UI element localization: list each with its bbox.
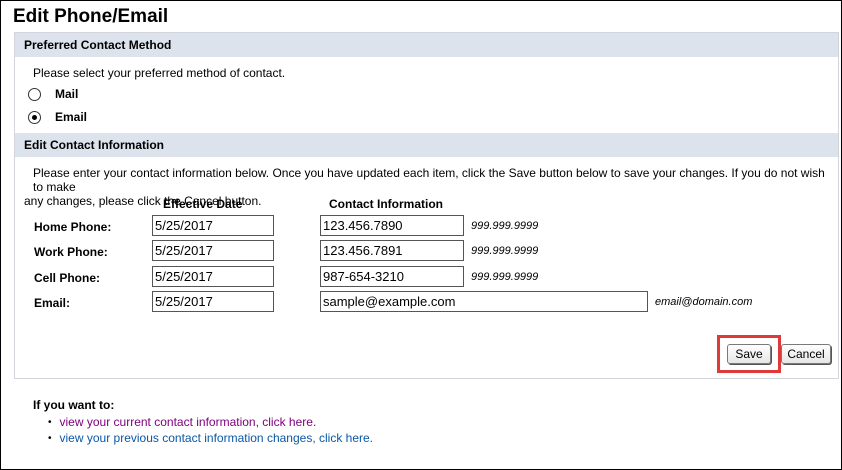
list-item: • view your previous contact information… <box>48 430 373 446</box>
email-radio-label: Email <box>55 110 88 124</box>
footer-link-list: • view your current contact information,… <box>48 414 373 446</box>
radio-option-mail[interactable]: Mail <box>28 86 78 102</box>
edit-instruction-line1: Please enter your contact information be… <box>33 166 825 194</box>
preferred-contact-header: Preferred Contact Method <box>15 33 838 57</box>
bullet-icon: • <box>48 416 52 428</box>
cell-phone-date-input[interactable] <box>152 266 274 287</box>
work-phone-date-input[interactable] <box>152 240 274 261</box>
email-date-input[interactable] <box>152 291 274 312</box>
home-phone-date-input[interactable] <box>152 215 274 236</box>
page-title: Edit Phone/Email <box>13 6 169 27</box>
cancel-button[interactable]: Cancel <box>781 344 831 364</box>
mail-radio[interactable] <box>28 87 41 101</box>
radio-option-email[interactable]: Email <box>28 109 87 125</box>
email-label: Email: <box>34 296 71 310</box>
email-format-hint: email@domain.com <box>655 296 753 308</box>
preferred-instruction: Please select your preferred method of c… <box>33 66 286 80</box>
bullet-icon: • <box>48 432 52 444</box>
current-contact-info-link[interactable]: view your current contact information, c… <box>60 415 317 429</box>
work-phone-input[interactable] <box>320 240 464 261</box>
footer-title: If you want to: <box>33 398 115 412</box>
cell-phone-format-hint: 999.999.9999 <box>471 271 539 283</box>
save-highlight-box <box>717 335 781 373</box>
list-item: • view your current contact information,… <box>48 414 373 430</box>
edit-contact-header: Edit Contact Information <box>15 133 838 157</box>
cell-phone-label: Cell Phone: <box>34 271 101 285</box>
effective-date-column-header: Effective Date <box>163 197 243 211</box>
cell-phone-input[interactable] <box>320 266 464 287</box>
home-phone-input[interactable] <box>320 215 464 236</box>
work-phone-format-hint: 999.999.9999 <box>471 245 539 257</box>
mail-radio-label: Mail <box>55 87 79 101</box>
work-phone-label: Work Phone: <box>34 245 108 259</box>
email-radio[interactable] <box>28 110 41 124</box>
home-phone-format-hint: 999.999.9999 <box>471 220 539 232</box>
previous-contact-changes-link[interactable]: view your previous contact information c… <box>60 431 373 445</box>
email-input[interactable] <box>320 291 648 312</box>
home-phone-label: Home Phone: <box>34 220 112 234</box>
contact-panel: Preferred Contact Method Please select y… <box>14 32 839 379</box>
contact-info-column-header: Contact Information <box>329 197 443 211</box>
